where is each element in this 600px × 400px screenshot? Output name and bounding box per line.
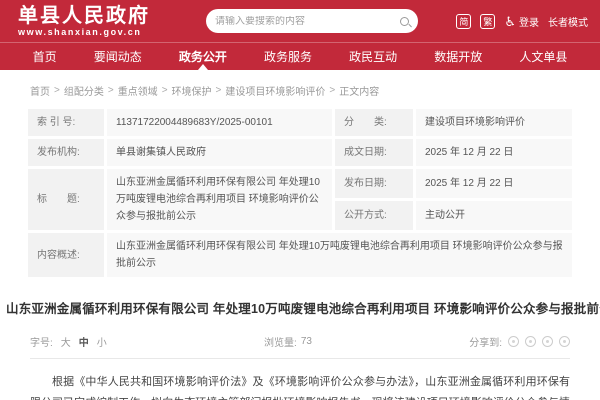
share-wechat-icon[interactable] bbox=[508, 336, 519, 347]
breadcrumb-separator: > bbox=[54, 85, 60, 96]
site-logo[interactable]: 单县人民政府 www.shanxian.gov.cn bbox=[18, 5, 150, 38]
breadcrumb-item[interactable]: 组配分类 bbox=[64, 83, 104, 98]
breadcrumb-separator: > bbox=[329, 85, 335, 96]
meta-org-label: 发布机构: bbox=[28, 139, 104, 166]
breadcrumb-separator: > bbox=[216, 85, 222, 96]
nav-item[interactable]: 首页 bbox=[29, 43, 61, 70]
nav-item[interactable]: 政务公开 bbox=[175, 43, 231, 70]
meta-title-label: 标 题: bbox=[28, 169, 104, 230]
meta-open-mode-value: 主动公开 bbox=[416, 201, 572, 230]
article-toolbar: 字号: 大中小 浏览量: 73 分享到: bbox=[30, 334, 570, 359]
meta-category-label: 分 类: bbox=[335, 109, 413, 136]
font-size-button[interactable]: 大 bbox=[61, 334, 71, 349]
font-size-label: 字号: bbox=[30, 334, 53, 349]
login-link[interactable]: ♿ 登录 bbox=[504, 14, 539, 29]
meta-index-label: 索 引 号: bbox=[28, 109, 104, 136]
article-title: 山东亚洲金属循环利用环保有限公司 年处理10万吨废锂电池综合再利用项目 环境影响… bbox=[6, 298, 594, 317]
lang-simplified-button[interactable]: 简 bbox=[456, 14, 471, 29]
breadcrumb-separator: > bbox=[108, 85, 114, 96]
meta-open-mode-label: 公开方式: bbox=[335, 201, 413, 230]
share-qq-icon[interactable] bbox=[542, 336, 553, 347]
site-header: 单县人民政府 www.shanxian.gov.cn 简 繁 ♿ 登录 长者模式 bbox=[0, 0, 600, 42]
meta-index-value: 11371722004489683Y/2025-00101 bbox=[107, 109, 332, 136]
share-weibo-icon[interactable] bbox=[525, 336, 536, 347]
share-more-icon[interactable] bbox=[559, 336, 570, 347]
meta-written-date-value: 2025 年 12 月 22 日 bbox=[416, 139, 572, 166]
breadcrumb: 首页>组配分类>重点领域>环境保护>建设项目环境影响评价>正文内容 bbox=[30, 83, 570, 98]
wheelchair-accessibility-icon: ♿ bbox=[504, 15, 516, 28]
login-label: 登录 bbox=[519, 14, 539, 29]
meta-category-value: 建设项目环境影响评价 bbox=[416, 109, 572, 136]
meta-summary-label: 内容概述: bbox=[28, 233, 104, 277]
document-meta-table: 索 引 号: 11371722004489683Y/2025-00101 分 类… bbox=[28, 109, 572, 277]
breadcrumb-item[interactable]: 正文内容 bbox=[339, 83, 379, 98]
nav-item[interactable]: 数据开放 bbox=[430, 43, 486, 70]
font-size-buttons: 大中小 bbox=[53, 334, 107, 349]
views-label: 浏览量: bbox=[264, 334, 297, 349]
views-count: 73 bbox=[301, 336, 312, 347]
breadcrumb-item[interactable]: 建设项目环境影响评价 bbox=[225, 83, 325, 98]
main-nav: 首页 要闻动态 政务公开 政务服务 政民互动 数据开放 人文单县 bbox=[0, 42, 600, 70]
font-size-button[interactable]: 中 bbox=[79, 334, 89, 349]
article-body-paragraph: 根据《中华人民共和国环境影响评价法》及《环境影响评价公众参与办法》，山东亚洲金属… bbox=[30, 372, 570, 400]
site-name: 单县人民政府 bbox=[18, 5, 150, 27]
meta-title-value: 山东亚洲金属循环利用环保有限公司 年处理10万吨废锂电池综合再利用项目 环境影响… bbox=[107, 169, 332, 230]
search-icon[interactable] bbox=[400, 17, 409, 26]
breadcrumb-item[interactable]: 环境保护 bbox=[172, 83, 212, 98]
breadcrumb-item[interactable]: 首页 bbox=[30, 83, 50, 98]
font-size-control: 字号: 大中小 bbox=[30, 334, 107, 349]
views-counter: 浏览量: 73 bbox=[264, 334, 312, 349]
meta-publish-date-label: 发布日期: bbox=[335, 169, 413, 198]
breadcrumb-separator: > bbox=[162, 85, 168, 96]
font-size-button[interactable]: 小 bbox=[97, 334, 107, 349]
site-url: www.shanxian.gov.cn bbox=[18, 28, 150, 38]
lang-traditional-button[interactable]: 繁 bbox=[480, 14, 495, 29]
meta-publish-date-value: 2025 年 12 月 22 日 bbox=[416, 169, 572, 198]
meta-org-value: 单县谢集镇人民政府 bbox=[107, 139, 332, 166]
meta-written-date-label: 成文日期: bbox=[335, 139, 413, 166]
share-control: 分享到: bbox=[469, 334, 570, 349]
nav-item[interactable]: 政务服务 bbox=[260, 43, 316, 70]
page: 单县人民政府 www.shanxian.gov.cn 简 繁 ♿ 登录 长者模式… bbox=[0, 0, 600, 400]
nav-item[interactable]: 要闻动态 bbox=[90, 43, 146, 70]
breadcrumb-item[interactable]: 重点领域 bbox=[118, 83, 158, 98]
search-input[interactable] bbox=[215, 16, 396, 27]
header-tools: 简 繁 ♿ 登录 长者模式 bbox=[456, 14, 588, 29]
meta-summary-value: 山东亚洲金属循环利用环保有限公司 年处理10万吨废锂电池综合再利用项目 环境影响… bbox=[107, 233, 572, 277]
nav-item[interactable]: 人文单县 bbox=[515, 43, 571, 70]
elder-mode-link[interactable]: 长者模式 bbox=[548, 14, 588, 29]
search-box[interactable] bbox=[206, 9, 418, 33]
nav-item[interactable]: 政民互动 bbox=[345, 43, 401, 70]
share-label: 分享到: bbox=[469, 334, 502, 349]
